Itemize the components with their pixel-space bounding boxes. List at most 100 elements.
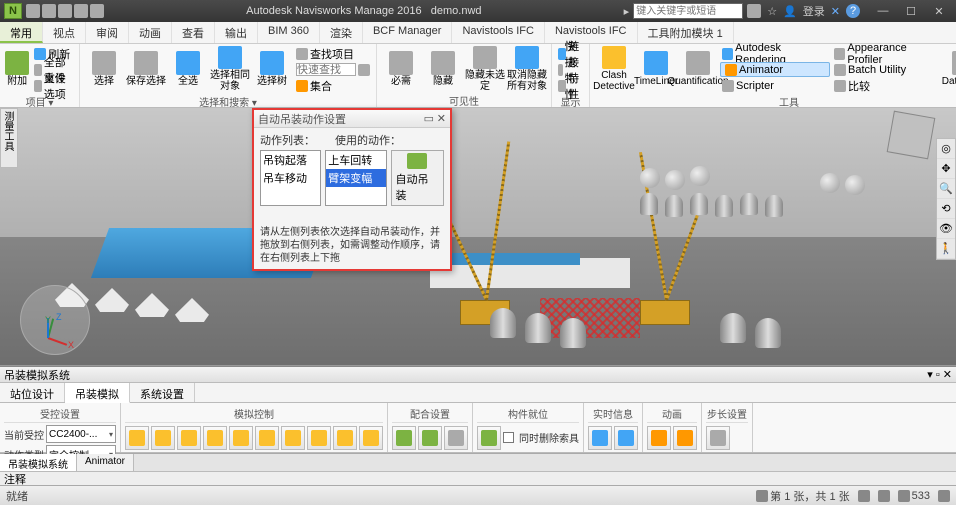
appearance-profiler-button[interactable]: Appearance Profiler bbox=[832, 46, 942, 61]
help-icon[interactable]: ? bbox=[846, 4, 860, 18]
sim-btn-5[interactable] bbox=[229, 426, 253, 450]
help-search-input[interactable] bbox=[633, 3, 743, 19]
rt-btn-2[interactable] bbox=[614, 426, 638, 450]
bottom-tab-animator[interactable]: Animator bbox=[77, 454, 134, 471]
coop-btn-3[interactable] bbox=[444, 426, 468, 450]
sim-btn-2[interactable] bbox=[151, 426, 175, 450]
dialog-close-icon[interactable]: ✕ bbox=[437, 112, 446, 125]
unhide-all-button[interactable]: 取消隐藏所有对象 bbox=[507, 46, 547, 92]
used-action-list[interactable]: 上车回转 臂架变幅 bbox=[325, 150, 386, 206]
sim-btn-4[interactable] bbox=[203, 426, 227, 450]
anim-btn-1[interactable] bbox=[647, 426, 671, 450]
qat-undo-icon[interactable] bbox=[58, 4, 72, 18]
sim-btn-1[interactable] bbox=[125, 426, 149, 450]
require-button[interactable]: 必需 bbox=[381, 46, 421, 92]
qat-save-icon[interactable] bbox=[42, 4, 56, 18]
autodesk-rendering-button[interactable]: Autodesk Rendering bbox=[720, 46, 830, 61]
scripter-button[interactable]: Scripter bbox=[720, 78, 830, 93]
coop-btn-1[interactable] bbox=[392, 426, 416, 450]
ribbon-tab-review[interactable]: 审阅 bbox=[86, 22, 129, 43]
animator-button[interactable]: Animator bbox=[720, 62, 830, 77]
coop-btn-2[interactable] bbox=[418, 426, 442, 450]
list-item[interactable]: 吊钩起落 bbox=[261, 151, 320, 169]
properties-button[interactable]: 特性 bbox=[556, 78, 585, 93]
sim-btn-9[interactable] bbox=[333, 426, 357, 450]
ribbon-tab-animation[interactable]: 动画 bbox=[129, 22, 172, 43]
ribbon-tab-home[interactable]: 常用 bbox=[0, 22, 43, 43]
bottom-tab-liftsim[interactable]: 吊装模拟系统 bbox=[0, 454, 77, 471]
nav-orbit-icon[interactable]: ⟲ bbox=[937, 199, 955, 219]
viewcube[interactable] bbox=[887, 111, 936, 160]
compare-button[interactable]: 比较 bbox=[832, 78, 942, 93]
select-all-button[interactable]: 全选 bbox=[168, 46, 208, 92]
rt-btn-1[interactable] bbox=[588, 426, 612, 450]
current-control-combo[interactable]: CC2400-... bbox=[46, 425, 116, 443]
compass[interactable] bbox=[20, 285, 90, 355]
find-items-button[interactable]: 查找项目 bbox=[294, 46, 372, 61]
ribbon-tab-navistools2[interactable]: Navistools IFC bbox=[545, 22, 638, 43]
sets-button[interactable]: 集合 bbox=[294, 78, 372, 93]
select-same-button[interactable]: 选择相同对象 bbox=[210, 46, 250, 92]
select-button[interactable]: 选择 bbox=[84, 46, 124, 92]
step-btn[interactable] bbox=[706, 426, 730, 450]
nav-walk-icon[interactable]: 🚶 bbox=[937, 239, 955, 259]
exchange-icon[interactable]: ✕ bbox=[831, 5, 840, 18]
ribbon-tab-addin[interactable]: 工具附加模块 1 bbox=[638, 22, 734, 43]
qat-open-icon[interactable] bbox=[26, 4, 40, 18]
nav-wheel-icon[interactable]: ◎ bbox=[937, 139, 955, 159]
comments-panel-header[interactable]: 注释 bbox=[0, 471, 956, 485]
sim-btn-10[interactable] bbox=[359, 426, 383, 450]
attach-button[interactable]: 附加 bbox=[4, 46, 30, 92]
minimize-button[interactable]: — bbox=[870, 3, 896, 19]
login-link[interactable]: 登录 bbox=[803, 3, 825, 19]
ribbon-tab-render[interactable]: 渲染 bbox=[320, 22, 363, 43]
qat-select-icon[interactable] bbox=[90, 4, 104, 18]
datatools-button[interactable]: DataTools bbox=[944, 46, 956, 92]
list-item[interactable]: 上车回转 bbox=[326, 151, 385, 169]
dock-pin-icon[interactable]: ▾ ▫ ✕ bbox=[927, 368, 952, 381]
delete-rigging-checkbox[interactable] bbox=[503, 432, 514, 443]
signin-icon[interactable]: 👤 bbox=[783, 5, 797, 18]
subtab-sim[interactable]: 吊装模拟 bbox=[65, 383, 130, 403]
nav-pan-icon[interactable]: ✥ bbox=[937, 159, 955, 179]
maximize-button[interactable]: ☐ bbox=[898, 3, 924, 19]
file-options-button[interactable]: 文件 选项 bbox=[32, 78, 75, 93]
close-button[interactable]: ✕ bbox=[926, 3, 952, 19]
ribbon-tab-bcf[interactable]: BCF Manager bbox=[363, 22, 452, 43]
batch-utility-button[interactable]: Batch Utility bbox=[832, 62, 942, 77]
clash-button[interactable]: Clash Detective bbox=[594, 46, 634, 92]
nav-look-icon[interactable]: 👁 bbox=[937, 219, 955, 239]
dialog-titlebar[interactable]: 自动吊装动作设置 ▭ ✕ bbox=[254, 110, 450, 128]
selection-tree-button[interactable]: 选择树 bbox=[252, 46, 292, 92]
viewport-3d[interactable]: 测量工具 ◎ ✥ 🔍 ⟲ 👁 🚶 X Y Z 自动吊装动作设置 ▭ ✕ 动作列表… bbox=[0, 108, 956, 366]
sim-btn-6[interactable] bbox=[255, 426, 279, 450]
dock-header[interactable]: 吊装模拟系统 ▾ ▫ ✕ bbox=[0, 367, 956, 383]
hide-unselected-button[interactable]: 隐藏未选定 bbox=[465, 46, 505, 92]
star-icon[interactable]: ☆ bbox=[767, 5, 777, 18]
search-icon[interactable] bbox=[747, 4, 761, 18]
qat-redo-icon[interactable] bbox=[74, 4, 88, 18]
subtab-settings[interactable]: 系统设置 bbox=[130, 383, 195, 402]
auto-lift-button[interactable]: 自动吊装 bbox=[391, 150, 444, 206]
list-item[interactable]: 吊车移动 bbox=[261, 169, 320, 187]
ribbon-tab-output[interactable]: 输出 bbox=[215, 22, 258, 43]
search-go-icon[interactable] bbox=[358, 64, 370, 76]
list-item-selected[interactable]: 臂架变幅 bbox=[326, 169, 385, 187]
quantification-button[interactable]: Quantification bbox=[678, 46, 718, 92]
quick-find-input[interactable] bbox=[294, 62, 372, 77]
app-logo[interactable]: N bbox=[4, 3, 22, 19]
subtab-station[interactable]: 站位设计 bbox=[0, 383, 65, 402]
ribbon-tab-viewpoint[interactable]: 视点 bbox=[43, 22, 86, 43]
ribbon-tab-view[interactable]: 查看 bbox=[172, 22, 215, 43]
place-btn[interactable] bbox=[477, 426, 501, 450]
action-list[interactable]: 吊钩起落 吊车移动 bbox=[260, 150, 321, 206]
dialog-restore-icon[interactable]: ▭ bbox=[424, 112, 434, 125]
ribbon-tab-navistools1[interactable]: Navistools IFC bbox=[452, 22, 545, 43]
status-sheets[interactable]: 第 1 张，共 1 张 bbox=[756, 488, 849, 504]
nav-zoom-icon[interactable]: 🔍 bbox=[937, 179, 955, 199]
anim-btn-2[interactable] bbox=[673, 426, 697, 450]
sim-btn-7[interactable] bbox=[281, 426, 305, 450]
sim-btn-8[interactable] bbox=[307, 426, 331, 450]
hide-button[interactable]: 隐藏 bbox=[423, 46, 463, 92]
save-selection-button[interactable]: 保存选择 bbox=[126, 46, 166, 92]
